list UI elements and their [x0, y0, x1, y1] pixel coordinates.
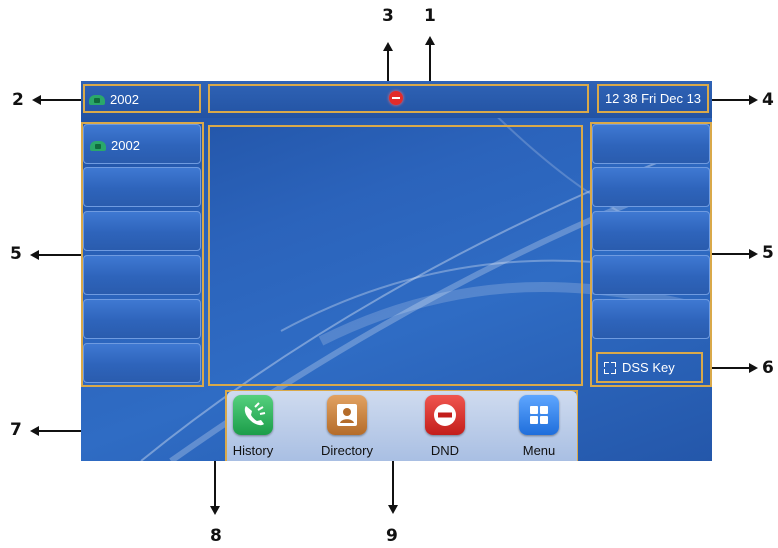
- callout-7-arrowhead: [30, 426, 39, 436]
- dss-key-1[interactable]: [592, 124, 710, 164]
- callout-9-arrowhead: [388, 505, 398, 514]
- callout-4: 4: [762, 90, 774, 110]
- menu-icon: [519, 395, 559, 435]
- callout-6-arrowhead: [749, 363, 758, 373]
- callout-2: 2: [12, 90, 24, 110]
- callout-6: 6: [762, 358, 774, 378]
- softkey-menu-label: Menu: [522, 443, 556, 458]
- idle-screen-frame: [208, 125, 583, 386]
- softkey-history[interactable]: History: [213, 395, 293, 458]
- softkey-directory-label: Directory: [320, 443, 373, 458]
- directory-icon: [327, 395, 367, 435]
- account-label: 2002: [110, 92, 139, 107]
- line-key-1-label: 2002: [111, 138, 140, 153]
- callout-9: 9: [386, 526, 398, 546]
- line-key-5[interactable]: [83, 299, 201, 339]
- dss-key-5[interactable]: [592, 299, 710, 339]
- dnd-icon: [425, 395, 465, 435]
- dss-key-3[interactable]: [592, 211, 710, 251]
- line-key-3[interactable]: [83, 211, 201, 251]
- softkey-dnd-label: DND: [430, 443, 460, 458]
- expand-icon: [604, 361, 616, 374]
- callout-7: 7: [10, 420, 22, 440]
- callout-1-arrow: [429, 44, 431, 82]
- dnd-status-icon: [389, 91, 403, 105]
- dss-key-2[interactable]: [592, 167, 710, 207]
- phone-registered-icon: [90, 140, 106, 151]
- phone-screen: 2002 12 38 Fri Dec 13 2002 DSS Key Histo…: [81, 81, 712, 461]
- line-key-4[interactable]: [83, 255, 201, 295]
- softkey-directory[interactable]: Directory: [307, 395, 387, 458]
- line-key-2[interactable]: [83, 167, 201, 207]
- callout-9-arrow: [392, 458, 394, 506]
- callout-1-arrowhead: [425, 36, 435, 45]
- callout-5-right: 5: [762, 243, 774, 263]
- dss-key-4[interactable]: [592, 255, 710, 295]
- callout-1: 1: [424, 6, 436, 26]
- dss-key-label: DSS Key: [622, 360, 675, 375]
- softkey-history-label: History: [232, 443, 274, 458]
- dss-key-page[interactable]: DSS Key: [596, 352, 703, 383]
- softkey-dnd[interactable]: DND: [405, 395, 485, 458]
- datetime-display: 12 38 Fri Dec 13: [597, 84, 709, 113]
- line-key-1[interactable]: 2002: [83, 124, 201, 164]
- phone-registered-icon: [89, 94, 105, 105]
- callout-5-right-arrow: [708, 253, 750, 255]
- softkey-menu[interactable]: Menu: [499, 395, 579, 458]
- callout-5-left: 5: [10, 244, 22, 264]
- history-icon: [233, 395, 273, 435]
- softkey-bar: History Directory DND Menu: [227, 391, 577, 461]
- line-key-1-content: 2002: [90, 138, 140, 153]
- callout-2-arrow: [40, 99, 84, 101]
- callout-8: 8: [210, 526, 222, 546]
- callout-4-arrowhead: [749, 95, 758, 105]
- callout-5-left-arrowhead: [30, 250, 39, 260]
- callout-4-arrow: [712, 99, 750, 101]
- line-key-6[interactable]: [83, 343, 201, 383]
- callout-2-arrowhead: [32, 95, 41, 105]
- callout-3-arrowhead: [383, 42, 393, 51]
- callout-8-arrowhead: [210, 506, 220, 515]
- callout-5-right-arrowhead: [749, 249, 758, 259]
- status-bar: 2002 12 38 Fri Dec 13: [81, 81, 712, 118]
- callout-3: 3: [382, 6, 394, 26]
- account-status: 2002: [89, 92, 139, 107]
